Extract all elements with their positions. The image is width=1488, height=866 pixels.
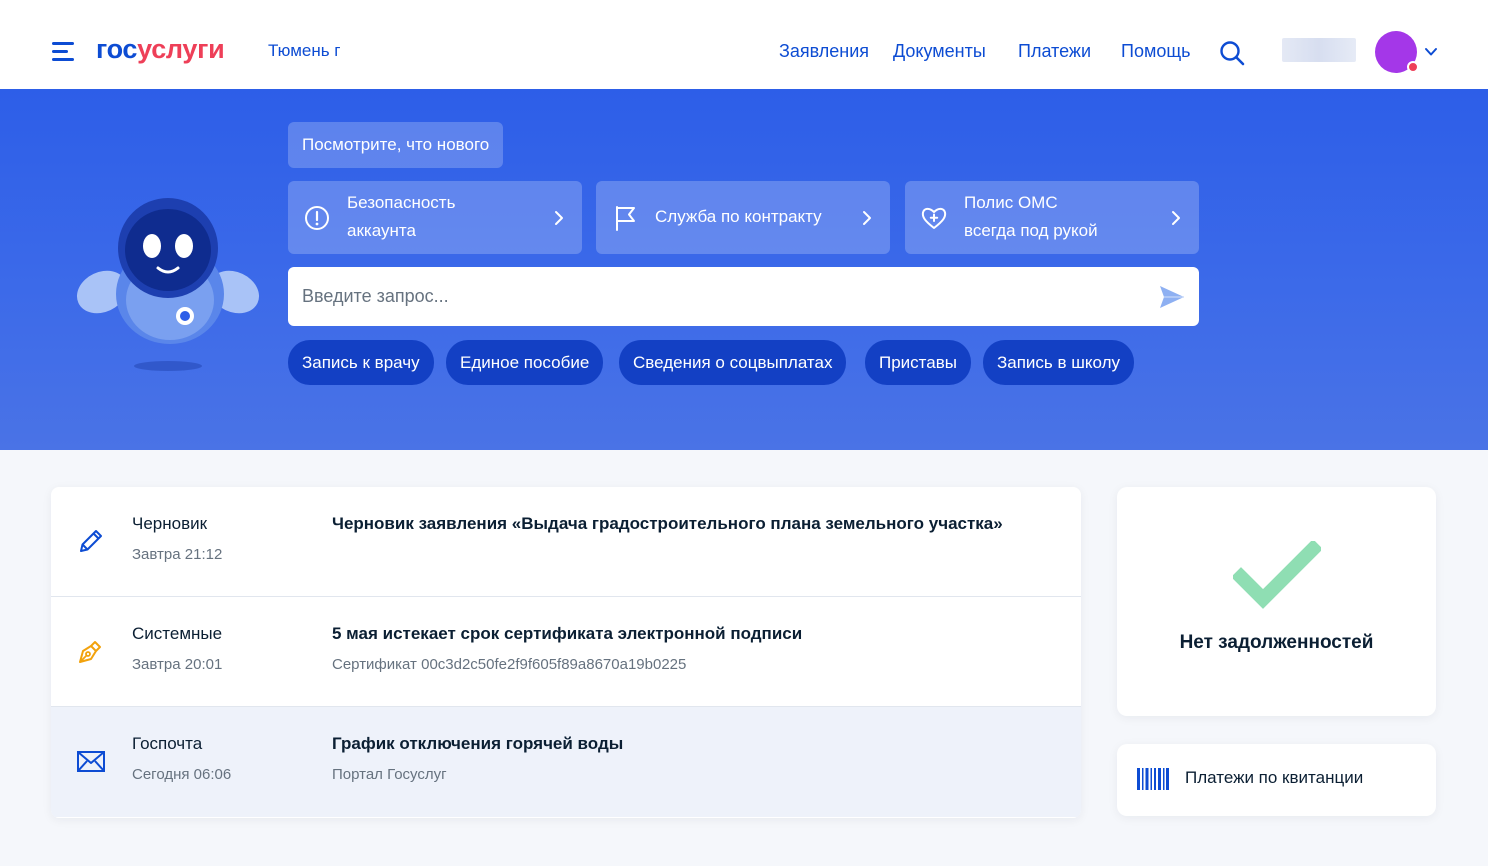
feed-item-draft[interactable]: Черновик Завтра 21:12 Черновик заявления… — [51, 487, 1081, 597]
pen-nib-icon — [79, 641, 101, 663]
city-selector[interactable]: Тюмень г — [268, 41, 341, 61]
card-text: Безопасность аккаунта — [347, 189, 455, 245]
nav-payments[interactable]: Платежи — [1018, 41, 1091, 62]
card-title: Полис ОМС — [964, 193, 1058, 212]
header: госуслуги Тюмень г Заявления Документы П… — [0, 0, 1488, 89]
card-subtitle: аккаунта — [347, 221, 416, 240]
debt-status-card[interactable]: Нет задолженностей — [1117, 487, 1436, 716]
checkmark-icon — [1233, 541, 1321, 609]
feed-time: Сегодня 06:06 — [132, 766, 232, 783]
card-oms-policy[interactable]: Полис ОМС всегда под рукой — [905, 181, 1199, 254]
logo-part-uslugi: услуги — [137, 34, 225, 64]
card-text: Полис ОМС всегда под рукой — [964, 189, 1098, 245]
notification-dot — [1407, 61, 1419, 73]
chevron-right-icon — [863, 211, 871, 225]
chevron-right-icon — [555, 211, 563, 225]
barcode-icon — [1137, 768, 1169, 790]
card-account-security[interactable]: Безопасность аккаунта — [288, 181, 582, 254]
debt-status-label: Нет задолженностей — [1179, 632, 1374, 653]
card-title: Безопасность — [347, 193, 456, 212]
feed-subtitle: Сертификат 00c3d2c50fe2f9f605f89a8670a19… — [332, 656, 687, 673]
receipt-label: Платежи по квитанции — [1185, 768, 1364, 787]
search-input[interactable] — [302, 267, 1142, 326]
logo-part-gos: гос — [96, 34, 138, 64]
feed-item-gospochta[interactable]: Госпочта Сегодня 06:06 График отключения… — [51, 707, 1081, 817]
card-subtitle: всегда под рукой — [964, 221, 1098, 240]
feed-item-system[interactable]: Системные Завтра 20:01 5 мая истекает ср… — [51, 597, 1081, 707]
feed-category: Системные — [132, 624, 223, 643]
send-icon[interactable] — [1158, 283, 1186, 311]
card-title: Служба по контракту — [655, 207, 822, 226]
feed-title: График отключения горячей воды — [332, 734, 624, 753]
nav-documents[interactable]: Документы — [893, 41, 986, 62]
search-box — [288, 267, 1199, 326]
chevron-down-icon[interactable] — [1424, 45, 1438, 59]
alert-circle-icon — [305, 206, 329, 230]
chip-bailiffs[interactable]: Приставы — [865, 340, 971, 385]
receipt-payments-button[interactable]: Платежи по квитанции — [1117, 744, 1436, 816]
notifications-feed: Черновик Завтра 21:12 Черновик заявления… — [51, 487, 1081, 818]
chip-school-enrollment[interactable]: Запись в школу — [983, 340, 1135, 385]
heart-plus-icon — [921, 207, 947, 229]
card-text: Служба по контракту — [655, 203, 822, 231]
feed-title: 5 мая истекает срок сертификата электрон… — [332, 624, 803, 643]
flag-icon — [616, 206, 635, 231]
envelope-icon — [77, 751, 105, 772]
nav-applications[interactable]: Заявления — [779, 41, 869, 62]
card-contract-service[interactable]: Служба по контракту — [596, 181, 890, 254]
pencil-icon — [80, 530, 102, 552]
feed-category: Госпочта — [132, 734, 203, 753]
feed-category: Черновик — [132, 514, 208, 533]
robot-assistant-icon[interactable] — [76, 190, 260, 376]
user-name-blurred — [1282, 38, 1356, 62]
search-icon[interactable] — [1219, 40, 1245, 66]
chip-unified-allowance[interactable]: Единое пособие — [446, 340, 604, 385]
feed-title: Черновик заявления «Выдача градостроител… — [332, 514, 1003, 533]
feed-time: Завтра 21:12 — [132, 546, 223, 563]
nav-help[interactable]: Помощь — [1121, 41, 1191, 62]
whats-new-button[interactable]: Посмотрите, что нового — [288, 122, 504, 168]
chip-doctor-appointment[interactable]: Запись к врачу — [288, 340, 434, 385]
feed-subtitle: Портал Госуслуг — [332, 766, 447, 783]
menu-icon[interactable] — [52, 42, 76, 62]
logo[interactable]: госуслуги — [96, 34, 225, 65]
feed-time: Завтра 20:01 — [132, 656, 223, 673]
chip-social-payments[interactable]: Сведения о соцвыплатах — [619, 340, 847, 385]
chevron-right-icon — [1172, 211, 1180, 225]
